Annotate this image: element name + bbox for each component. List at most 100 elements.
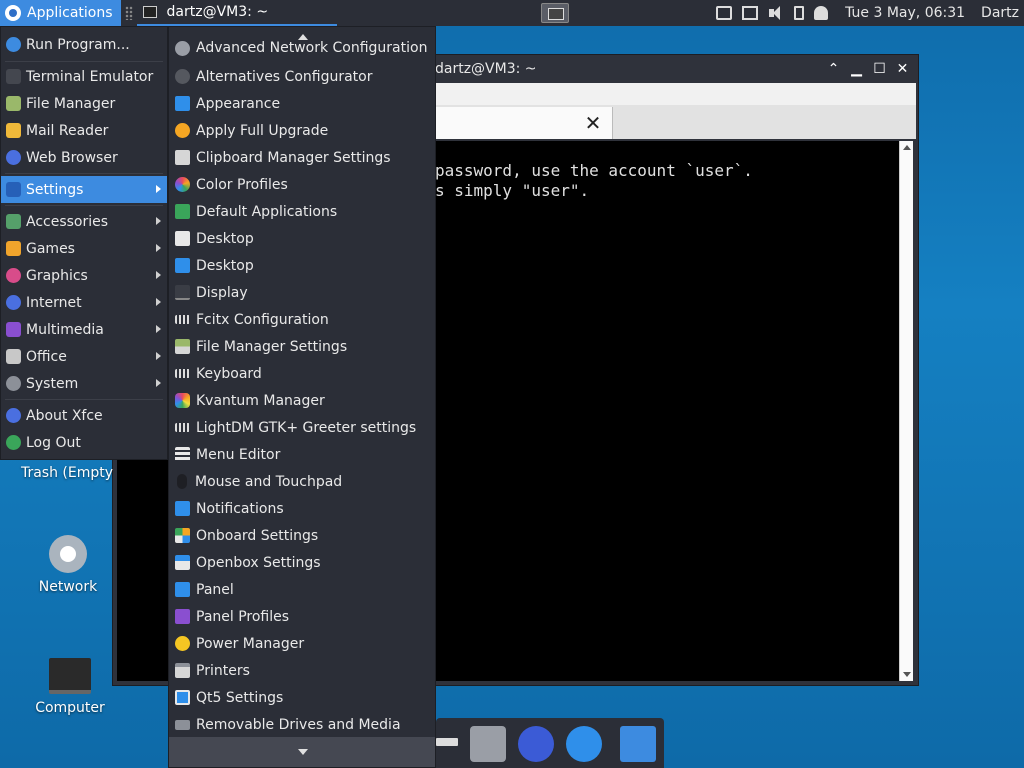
desktop-icon-computer[interactable]: Computer (15, 658, 125, 716)
menu-item-display[interactable]: Display (169, 279, 435, 306)
menu-item-mouse-and-touchpad[interactable]: Mouse and Touchpad (169, 468, 435, 495)
menu-item-settings[interactable]: Settings (1, 176, 167, 203)
folder-dock-icon[interactable] (620, 726, 656, 762)
menu-item-label: Printers (196, 662, 250, 679)
menu-item-label: Apply Full Upgrade (196, 122, 329, 139)
minimize-dock-icon[interactable] (436, 738, 458, 746)
menu-item-apply-full-upgrade[interactable]: Apply Full Upgrade (169, 117, 435, 144)
removable-drive-icon (175, 719, 190, 730)
menu-item-internet[interactable]: Internet (1, 289, 167, 316)
desktop-icon-label: Computer (35, 700, 105, 716)
menu-item-clipboard-manager-settings[interactable]: Clipboard Manager Settings (169, 144, 435, 171)
printer-icon (175, 663, 190, 678)
menu-item-openbox-settings[interactable]: Openbox Settings (169, 549, 435, 576)
menu-item-web-browser[interactable]: Web Browser (1, 144, 167, 171)
menu-item-label: Accessories (26, 213, 109, 230)
applications-menu: Run Program... Terminal Emulator File Ma… (0, 26, 168, 460)
menu-item-file-manager-settings[interactable]: File Manager Settings (169, 333, 435, 360)
menu-item-qt5-settings[interactable]: Qt5 Settings (169, 684, 435, 711)
shade-icon[interactable]: ⌃ (822, 59, 845, 79)
minimize-icon[interactable]: ▁ (845, 59, 868, 79)
menu-item-multimedia[interactable]: Multimedia (1, 316, 167, 343)
display-icon[interactable] (742, 6, 759, 20)
menu-item-onboard-settings[interactable]: Onboard Settings (169, 522, 435, 549)
logout-icon (6, 435, 21, 450)
clock[interactable]: Tue 3 May, 06:31 (845, 5, 965, 21)
desktop-icon-label: Network (38, 579, 98, 595)
menu-item-label: Keyboard (196, 365, 262, 382)
menu-item-label: Office (26, 348, 67, 365)
menu-item-accessories[interactable]: Accessories (1, 208, 167, 235)
menu-item-removable-drives-and-media[interactable]: Removable Drives and Media (169, 711, 435, 738)
menu-item-fcitx-configuration[interactable]: Fcitx Configuration (169, 306, 435, 333)
color-profiles-icon (175, 177, 190, 192)
menu-item-panel[interactable]: Panel (169, 576, 435, 603)
menu-item-label: Onboard Settings (196, 527, 319, 544)
menu-item-office[interactable]: Office (1, 343, 167, 370)
menu-item-lightdm-gtk-greeter-settings[interactable]: LightDM GTK+ Greeter settings (169, 414, 435, 441)
menu-item-advanced-network-configuration[interactable]: Advanced Network Configuration (169, 36, 435, 56)
menu-item-power-manager[interactable]: Power Manager (169, 630, 435, 657)
menu-item-mail-reader[interactable]: Mail Reader (1, 117, 167, 144)
terminal-icon (142, 6, 157, 18)
submenu-arrow-icon (156, 217, 161, 225)
menu-item-about-xfce[interactable]: About Xfce (1, 402, 167, 429)
menu-item-log-out[interactable]: Log Out (1, 429, 167, 456)
menu-item-games[interactable]: Games (1, 235, 167, 262)
menu-item-notifications[interactable]: Notifications (169, 495, 435, 522)
menu-item-default-applications[interactable]: Default Applications (169, 198, 435, 225)
notification-bell-icon[interactable] (814, 6, 829, 20)
workspace-switcher[interactable] (541, 3, 569, 23)
close-icon[interactable]: ✕ (891, 59, 914, 79)
qt5-icon (175, 690, 190, 705)
desktop-icon-network[interactable]: Network (13, 535, 123, 595)
web-browser-dock-icon[interactable] (518, 726, 554, 762)
menu-item-run-program[interactable]: Run Program... (1, 31, 167, 58)
menu-item-color-profiles[interactable]: Color Profiles (169, 171, 435, 198)
menu-item-keyboard[interactable]: Keyboard (169, 360, 435, 387)
menu-item-desktop[interactable]: Desktop (169, 225, 435, 252)
accessories-icon (6, 214, 21, 229)
battery-icon[interactable] (794, 6, 805, 20)
onboard-icon (175, 528, 190, 543)
tab-close-icon[interactable]: ✕ (581, 111, 605, 135)
menu-item-kvantum-manager[interactable]: Kvantum Manager (169, 387, 435, 414)
menu-item-file-manager[interactable]: File Manager (1, 90, 167, 117)
file-manager-dock-icon[interactable] (470, 726, 506, 762)
volume-icon[interactable] (768, 6, 784, 20)
scroll-down-icon[interactable] (903, 672, 911, 677)
scroll-up-icon[interactable] (903, 145, 911, 150)
scroll-down-icon[interactable] (298, 749, 308, 755)
menu-separator (5, 399, 163, 400)
menu-item-label: Default Applications (196, 203, 338, 220)
menu-item-graphics[interactable]: Graphics (1, 262, 167, 289)
desktop-icon-trash[interactable]: Trash (Empty (12, 465, 122, 481)
computer-icon (49, 658, 91, 694)
user-name[interactable]: Dartz (981, 5, 1019, 21)
keyboard-layout-icon[interactable] (716, 6, 733, 20)
menu-item-appearance[interactable]: Appearance (169, 90, 435, 117)
menu-item-desktop[interactable]: Desktop (169, 252, 435, 279)
kvantum-icon (175, 393, 190, 408)
appearance-icon (175, 96, 190, 111)
menu-item-label: Menu Editor (196, 446, 281, 463)
run-icon (6, 37, 21, 52)
mouse-icon (177, 474, 187, 489)
applications-menu-button[interactable]: Applications (0, 0, 121, 26)
submenu-arrow-icon (156, 271, 161, 279)
menu-item-menu-editor[interactable]: Menu Editor (169, 441, 435, 468)
terminal-scrollbar[interactable] (899, 141, 913, 681)
taskbar-terminal-button[interactable]: dartz@VM3: ~ (136, 0, 337, 26)
network-config-icon (175, 41, 190, 56)
network-icon (49, 535, 87, 573)
menu-item-panel-profiles[interactable]: Panel Profiles (169, 603, 435, 630)
scroll-down-area[interactable] (169, 737, 435, 767)
menu-item-terminal-emulator[interactable]: Terminal Emulator (1, 63, 167, 90)
menu-item-alternatives-configurator[interactable]: Alternatives Configurator (169, 63, 435, 90)
menu-item-system[interactable]: System (1, 370, 167, 397)
maximize-icon[interactable]: ☐ (868, 59, 891, 79)
display-icon (175, 285, 190, 300)
search-dock-icon[interactable] (566, 726, 602, 762)
menu-item-label: Mouse and Touchpad (195, 473, 343, 490)
menu-item-printers[interactable]: Printers (169, 657, 435, 684)
